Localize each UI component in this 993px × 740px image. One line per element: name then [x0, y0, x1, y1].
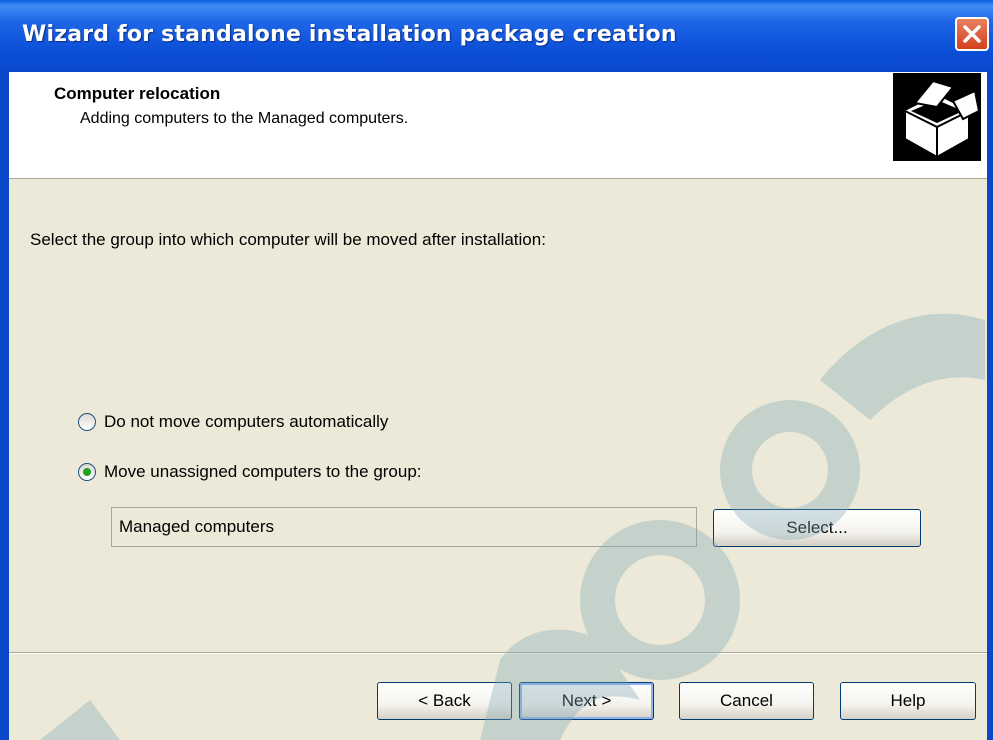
radio-label: Do not move computers automatically	[104, 412, 389, 431]
page-title: Computer relocation	[54, 84, 221, 103]
next-button[interactable]: Next >	[519, 682, 654, 720]
page-subtitle: Adding computers to the Managed computer…	[80, 110, 409, 127]
footer-divider-highlight	[9, 653, 987, 654]
group-value: Managed computers	[119, 517, 274, 536]
group-prompt: Select the group into which computer wil…	[30, 230, 546, 249]
close-button[interactable]	[955, 17, 989, 51]
cancel-button[interactable]: Cancel	[679, 682, 814, 720]
back-button[interactable]: < Back	[377, 682, 512, 720]
title-bar[interactable]: Wizard for standalone installation packa…	[0, 0, 993, 72]
radio-button[interactable]	[78, 413, 96, 431]
radio-label: Move unassigned computers to the group:	[104, 462, 422, 481]
wizard-header: Computer relocation Adding computers to …	[9, 72, 987, 179]
radio-move-unassigned[interactable]: Move unassigned computers to the group:	[78, 462, 422, 482]
group-field: Managed computers	[111, 507, 697, 547]
help-button[interactable]: Help	[840, 682, 976, 720]
window-title: Wizard for standalone installation packa…	[22, 22, 677, 47]
close-icon	[963, 25, 981, 43]
radio-do-not-move[interactable]: Do not move computers automatically	[78, 412, 388, 432]
select-button[interactable]: Select...	[713, 509, 921, 547]
wizard-window: Wizard for standalone installation packa…	[0, 0, 993, 740]
window-frame-right	[987, 72, 993, 740]
radio-button[interactable]	[78, 463, 96, 481]
window-frame-left	[0, 72, 9, 740]
open-box-icon	[893, 73, 981, 161]
